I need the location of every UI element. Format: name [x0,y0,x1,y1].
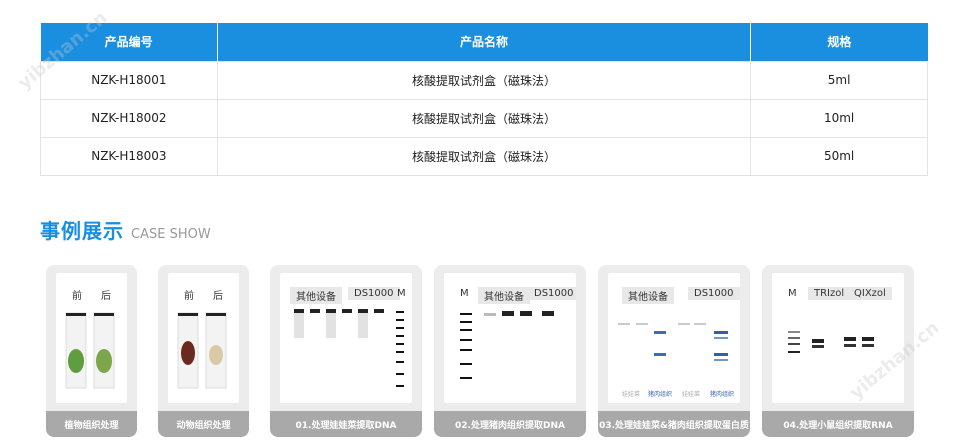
gel-image [788,331,874,353]
table-row: NZK-H18001 核酸提取试剂盒（磁珠法） 5ml [40,60,928,100]
case-card-animal[interactable]: 前 后 动物组织处理 [158,265,249,437]
case-card-rna[interactable]: M TRIzol QIXzol 04.处理小鼠组织提取RNA [762,265,914,437]
product-spec-table: 产品编号 产品名称 规格 NZK-H18001 核酸提取试剂盒（磁珠法） 5ml… [40,23,928,176]
case-photo: M TRIzol QIXzol [772,273,904,403]
lane-label: 猪肉组织 [648,391,673,398]
cell-spec: 10ml [750,98,928,138]
case-caption: 01.处理娃娃菜提取DNA [270,411,422,437]
lane-label: 娃娃菜 [622,391,641,398]
tube-photo [65,312,115,389]
case-caption: 植物组织处理 [46,411,137,437]
cell-product-name: 核酸提取试剂盒（磁珠法） [216,136,752,176]
case-caption: 04.处理小鼠组织提取RNA [762,411,914,437]
header-product-code: 产品编号 [40,23,218,61]
tube-photo [177,312,227,389]
case-caption: 02.处理猪肉组织提取DNA [434,411,586,437]
gel-image [460,311,554,379]
cell-product-name: 核酸提取试剂盒（磁珠法） [216,98,752,138]
case-caption: 动物组织处理 [158,411,249,437]
case-card-plant[interactable]: 前 后 植物组织处理 [46,265,137,437]
case-photo: M 其他设备 DS1000 [444,273,576,403]
case-caption: 03.处理娃娃菜&猪肉组织提取蛋白质 [598,411,750,437]
cell-product-code: NZK-H18003 [40,136,218,176]
case-photo: 其他设备 DS1000 娃娃菜 猪肉组织 娃娃菜 猪肉组织 [608,273,740,403]
header-product-name: 产品名称 [217,23,752,61]
gel-image [294,309,404,387]
gel-image [618,323,728,361]
case-photo: 前 后 [168,273,239,403]
table-row: NZK-H18002 核酸提取试剂盒（磁珠法） 10ml [40,98,928,138]
header-spec: 规格 [750,23,928,61]
case-card-protein[interactable]: 其他设备 DS1000 娃娃菜 猪肉组织 娃娃菜 猪肉组织 03.处理娃娃菜&猪… [598,265,750,437]
table-header-row: 产品编号 产品名称 规格 [40,23,928,61]
cell-spec: 50ml [750,136,928,176]
case-card-dna-cabbage[interactable]: 其他设备 DS1000 M 01.处理娃娃菜提取DNA [270,265,422,437]
case-show-heading: 事例展示 CASE SHOW [40,215,211,244]
section-title-cn: 事例展示 [40,219,124,243]
case-card-dna-pork[interactable]: M 其他设备 DS1000 02.处理猪肉组织提取DNA [434,265,586,437]
lane-label: 猪肉组织 [710,391,735,398]
case-photo: 前 后 [56,273,127,403]
case-photo: 其他设备 DS1000 M [280,273,412,403]
cell-product-code: NZK-H18001 [40,60,218,100]
cell-spec: 5ml [750,60,928,100]
table-row: NZK-H18003 核酸提取试剂盒（磁珠法） 50ml [40,136,928,176]
section-title-en: CASE SHOW [131,227,211,242]
cell-product-code: NZK-H18002 [40,98,218,138]
lane-label: 娃娃菜 [682,391,701,398]
cell-product-name: 核酸提取试剂盒（磁珠法） [216,60,752,100]
